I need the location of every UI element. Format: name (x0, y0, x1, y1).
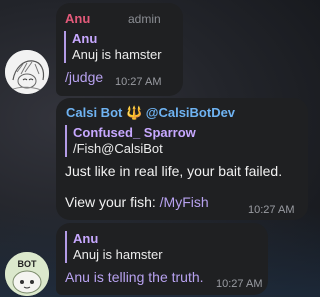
fish-prefix: View your fish: (65, 194, 160, 210)
trident-icon: 🔱 (125, 105, 143, 120)
message-bubble-bot[interactable]: Calsi Bot 🔱 @CalsiBotDev Confused_ Sparr… (56, 98, 308, 220)
sender-name[interactable]: Calsi Bot 🔱 @CalsiBotDev (66, 105, 235, 121)
timestamp: 10:27 AM (115, 76, 162, 88)
reply-text: Anuj is hamster (73, 247, 163, 262)
message-text: Just like in real life, your bait failed… (65, 163, 283, 179)
sender-name[interactable]: Anu (65, 11, 90, 26)
reply-quote[interactable]: Anu Anuj is hamster (65, 231, 163, 263)
reply-text: Anuj is hamster (72, 47, 162, 62)
reply-sender: Confused_ Sparrow (73, 125, 196, 140)
bot-handle: @CalsiBotDev (145, 105, 236, 120)
message-bubble-judge[interactable]: Anu admin Anu Anuj is hamster /judge 10:… (56, 3, 183, 96)
message-bubble-verdict[interactable]: Anu Anuj is hamster Anu is telling the t… (56, 223, 268, 295)
message-text-line2: View your fish: /MyFish (65, 193, 209, 211)
avatar-bot[interactable]: BOT (5, 252, 49, 296)
admin-badge: admin (128, 12, 161, 26)
timestamp: 10:27 AM (216, 278, 263, 290)
avatar-anu[interactable] (5, 50, 49, 94)
bot-label: BOT (17, 259, 37, 269)
message-text: Anu is telling the truth. (65, 268, 204, 286)
reply-sender: Anu (73, 231, 99, 246)
mention-link[interactable]: Anu is telling the truth. (65, 269, 204, 285)
timestamp: 10:27 AM (248, 204, 295, 216)
bot-name: Calsi Bot (66, 105, 123, 120)
reply-quote[interactable]: Anu Anuj is hamster (64, 31, 162, 63)
anime-sketch-avatar-icon (5, 50, 49, 94)
reply-quote[interactable]: Confused_ Sparrow /Fish@CalsiBot (65, 125, 196, 157)
command-link[interactable]: /judge (65, 68, 103, 86)
reply-text: /Fish@CalsiBot (73, 141, 163, 156)
chat-area: Anu admin Anu Anuj is hamster /judge 10:… (0, 0, 320, 297)
myfish-command-link[interactable]: /MyFish (160, 194, 209, 210)
reply-sender: Anu (72, 31, 98, 46)
